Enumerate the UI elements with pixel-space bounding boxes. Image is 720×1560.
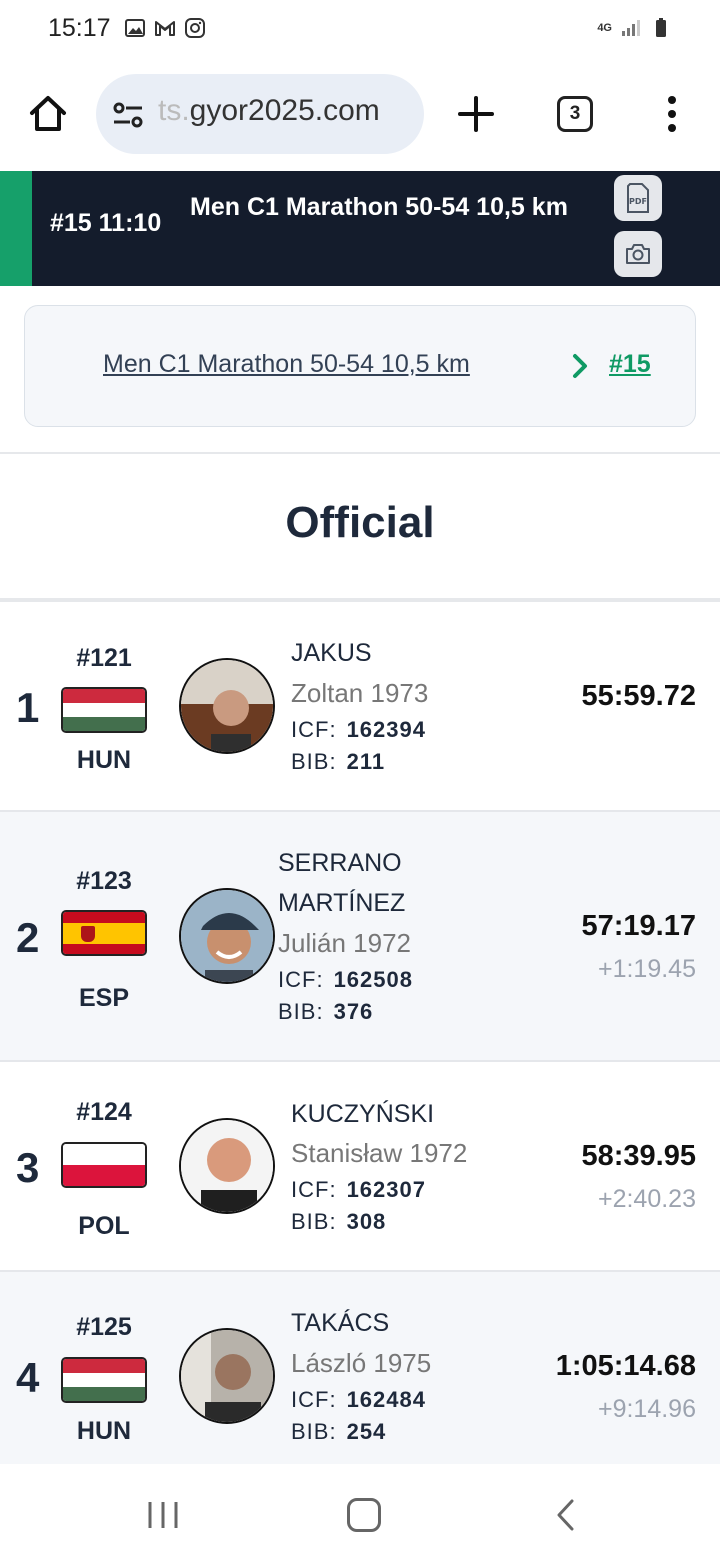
flag-hun-icon — [61, 687, 147, 733]
pdf-icon: PDF — [627, 183, 649, 213]
time-gap: +2:40.23 — [597, 1185, 696, 1213]
avatar — [179, 1118, 275, 1214]
result-row[interactable]: 4 #125 HUN TAKÁCS László 1975 ICF: 162484… — [0, 1272, 720, 1464]
first-name-year: Julián 1972 — [278, 928, 411, 958]
first-name-year: Stanisław 1972 — [291, 1138, 468, 1168]
gmail-icon — [155, 21, 175, 36]
url-text[interactable]: ts.gyor2025.com — [158, 94, 380, 128]
country-code: HUN — [76, 1417, 132, 1445]
seed-number: #123 — [76, 867, 132, 895]
finish-time: 57:19.17 — [581, 910, 697, 942]
finish-time: 58:39.95 — [581, 1140, 697, 1172]
result-row[interactable]: 3 #124 POL KUCZYŃSKI Stanisław 1972 ICF:… — [0, 1062, 720, 1272]
icf-id: ICF: 162394 — [291, 717, 426, 742]
last-name: KUCZYŃSKI — [291, 1100, 435, 1128]
rank: 4 — [16, 1354, 40, 1401]
avatar — [179, 658, 275, 754]
signal-icon — [622, 20, 640, 36]
seed-number: #125 — [76, 1313, 132, 1341]
icf-id: ICF: 162307 — [291, 1177, 426, 1202]
avatar — [179, 888, 275, 984]
pdf-button[interactable]: PDF — [614, 175, 662, 221]
event-header: #15 11:10 Men C1 Marathon 50-54 10,5 km … — [0, 171, 720, 286]
site-settings-icon[interactable] — [112, 101, 144, 129]
breadcrumb: Men C1 Marathon 50-54 10,5 km #15 — [24, 305, 696, 427]
address-bar[interactable]: ts.gyor2025.com — [96, 74, 424, 154]
last-name: JAKUS — [291, 639, 372, 667]
network-type-label: 4G — [597, 22, 612, 34]
event-status-accent — [0, 171, 32, 286]
last-name: SERRANO — [278, 849, 402, 877]
battery-icon — [656, 18, 666, 37]
bib-number: BIB: 376 — [278, 999, 374, 1024]
home-icon[interactable] — [26, 92, 70, 136]
event-link[interactable]: Men C1 Marathon 50-54 10,5 km — [103, 350, 470, 379]
result-row[interactable]: 2 #123 ESP SERRANO MARTÍNEZ Julián 1972 … — [0, 812, 720, 1062]
event-title: Men C1 Marathon 50-54 10,5 km — [190, 193, 568, 221]
gallery-icon — [125, 19, 145, 37]
recent-apps-icon[interactable] — [146, 1500, 180, 1530]
finish-time: 1:05:14.68 — [555, 1350, 696, 1382]
flag-pol-icon — [61, 1142, 147, 1188]
time-gap: +9:14.96 — [597, 1395, 696, 1423]
finish-time: 55:59.72 — [581, 680, 697, 712]
country-code: POL — [78, 1212, 130, 1240]
first-name-year: Zoltan 1973 — [291, 678, 429, 708]
event-number-time: #15 11:10 — [50, 209, 162, 237]
divider — [0, 452, 720, 454]
last-name: TAKÁCS — [291, 1309, 390, 1337]
result-row[interactable]: 1 #121 HUN JAKUS Zoltan 1973 ICF: 162394 … — [0, 602, 720, 812]
rank: 3 — [16, 1144, 40, 1191]
seed-number: #124 — [76, 1098, 132, 1126]
flag-hun-icon — [61, 1357, 147, 1403]
country-code: HUN — [76, 746, 132, 774]
tab-switcher-button[interactable]: 3 — [557, 96, 593, 132]
chevron-right-icon — [573, 354, 587, 378]
country-code: ESP — [78, 984, 130, 1012]
status-time: 15:17 — [48, 14, 111, 42]
bib-number: BIB: 308 — [291, 1209, 387, 1234]
bib-number: BIB: 211 — [291, 749, 386, 774]
new-tab-icon[interactable] — [456, 94, 496, 134]
icf-id: ICF: 162508 — [278, 967, 413, 992]
home-nav-icon[interactable] — [347, 1498, 381, 1532]
last-name-second: MARTÍNEZ — [278, 889, 406, 917]
seed-number: #121 — [76, 644, 132, 672]
back-icon[interactable] — [554, 1498, 578, 1532]
first-name-year: László 1975 — [291, 1348, 432, 1378]
section-title: Official — [285, 498, 435, 547]
event-number-link[interactable]: #15 — [609, 350, 651, 379]
rank: 2 — [16, 914, 40, 961]
more-menu-icon[interactable] — [660, 94, 684, 134]
instagram-icon — [185, 18, 205, 38]
time-gap: +1:19.45 — [597, 955, 696, 983]
flag-esp-icon — [61, 910, 147, 956]
status-bar: 15:17 4G — [0, 0, 720, 62]
bib-number: BIB: 254 — [291, 1419, 387, 1444]
avatar — [179, 1328, 275, 1424]
camera-button[interactable] — [614, 231, 662, 277]
browser-toolbar: ts.gyor2025.com 3 — [0, 62, 720, 170]
svg-text:PDF: PDF — [629, 197, 647, 206]
camera-icon — [626, 244, 650, 264]
icf-id: ICF: 162484 — [291, 1387, 426, 1412]
system-nav-bar — [0, 1464, 720, 1560]
rank: 1 — [16, 684, 40, 731]
